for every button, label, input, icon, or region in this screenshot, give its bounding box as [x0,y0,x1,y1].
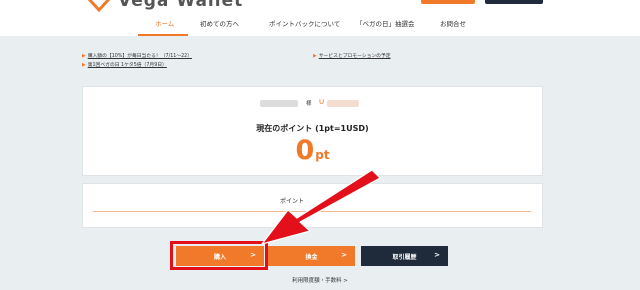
user-id-prefix: U [319,98,325,106]
points-number: 0 [295,135,315,166]
notice-link[interactable]: ▶ 購入額の【10%】が毎日当たる！（7/11～22） [82,52,192,59]
notice-link-schedule[interactable]: ▶ サービスとプロモーションの予定 [313,52,391,59]
logo-text[interactable]: Vega Wallet [118,0,243,11]
rate-label: ポイント [280,198,305,205]
triangle-right-icon: ▶ [313,54,317,59]
nav-home[interactable]: ホーム [155,18,174,28]
history-button[interactable]: 取引履歴 > [361,246,448,266]
nav-point-back[interactable]: ポイントバックについて [269,18,340,28]
points-label: 現在のポイント (1pt=1USD) [256,124,369,133]
nav-contact[interactable]: お問合せ [440,18,466,28]
limits-fees-link[interactable]: 利用限度額・手数料 > [0,276,640,284]
exchange-button[interactable]: 換金 > [268,246,355,266]
points-card: 様 U 現在のポイント (1pt=1USD) 0pt [82,86,543,176]
nav-active-indicator [138,34,188,36]
honorific-label: 様 [306,101,312,107]
username-redacted [260,100,298,107]
site-header: Vega Wallet ホーム 初めての方へ ポイントバックについて 「ベガの日… [0,0,640,36]
nav-first-time[interactable]: 初めての方へ [200,18,239,28]
triangle-right-icon: ▶ [82,63,86,68]
buy-highlight-frame [170,241,268,270]
points-value: 0pt [83,135,542,166]
logo-icon [87,0,111,12]
chevron-right-icon: > [341,251,347,259]
top-orange-button[interactable] [421,0,475,4]
rate-card: ポイント [82,183,543,228]
nav-vega-day-lottery[interactable]: 「ベガの日」抽選会 [356,18,415,28]
notice-link[interactable]: ▶ 第1回ベガの日 1ケタ5倍（7月9日） [82,61,167,68]
rate-divider [93,211,531,212]
main-nav: ホーム 初めての方へ ポイントバックについて 「ベガの日」抽選会 お問合せ [0,14,640,36]
chevron-right-icon: > [434,251,440,259]
user-id-redacted [327,100,359,107]
top-navy-button[interactable] [485,0,543,4]
triangle-right-icon: ▶ [82,54,86,59]
points-unit: pt [315,148,330,162]
